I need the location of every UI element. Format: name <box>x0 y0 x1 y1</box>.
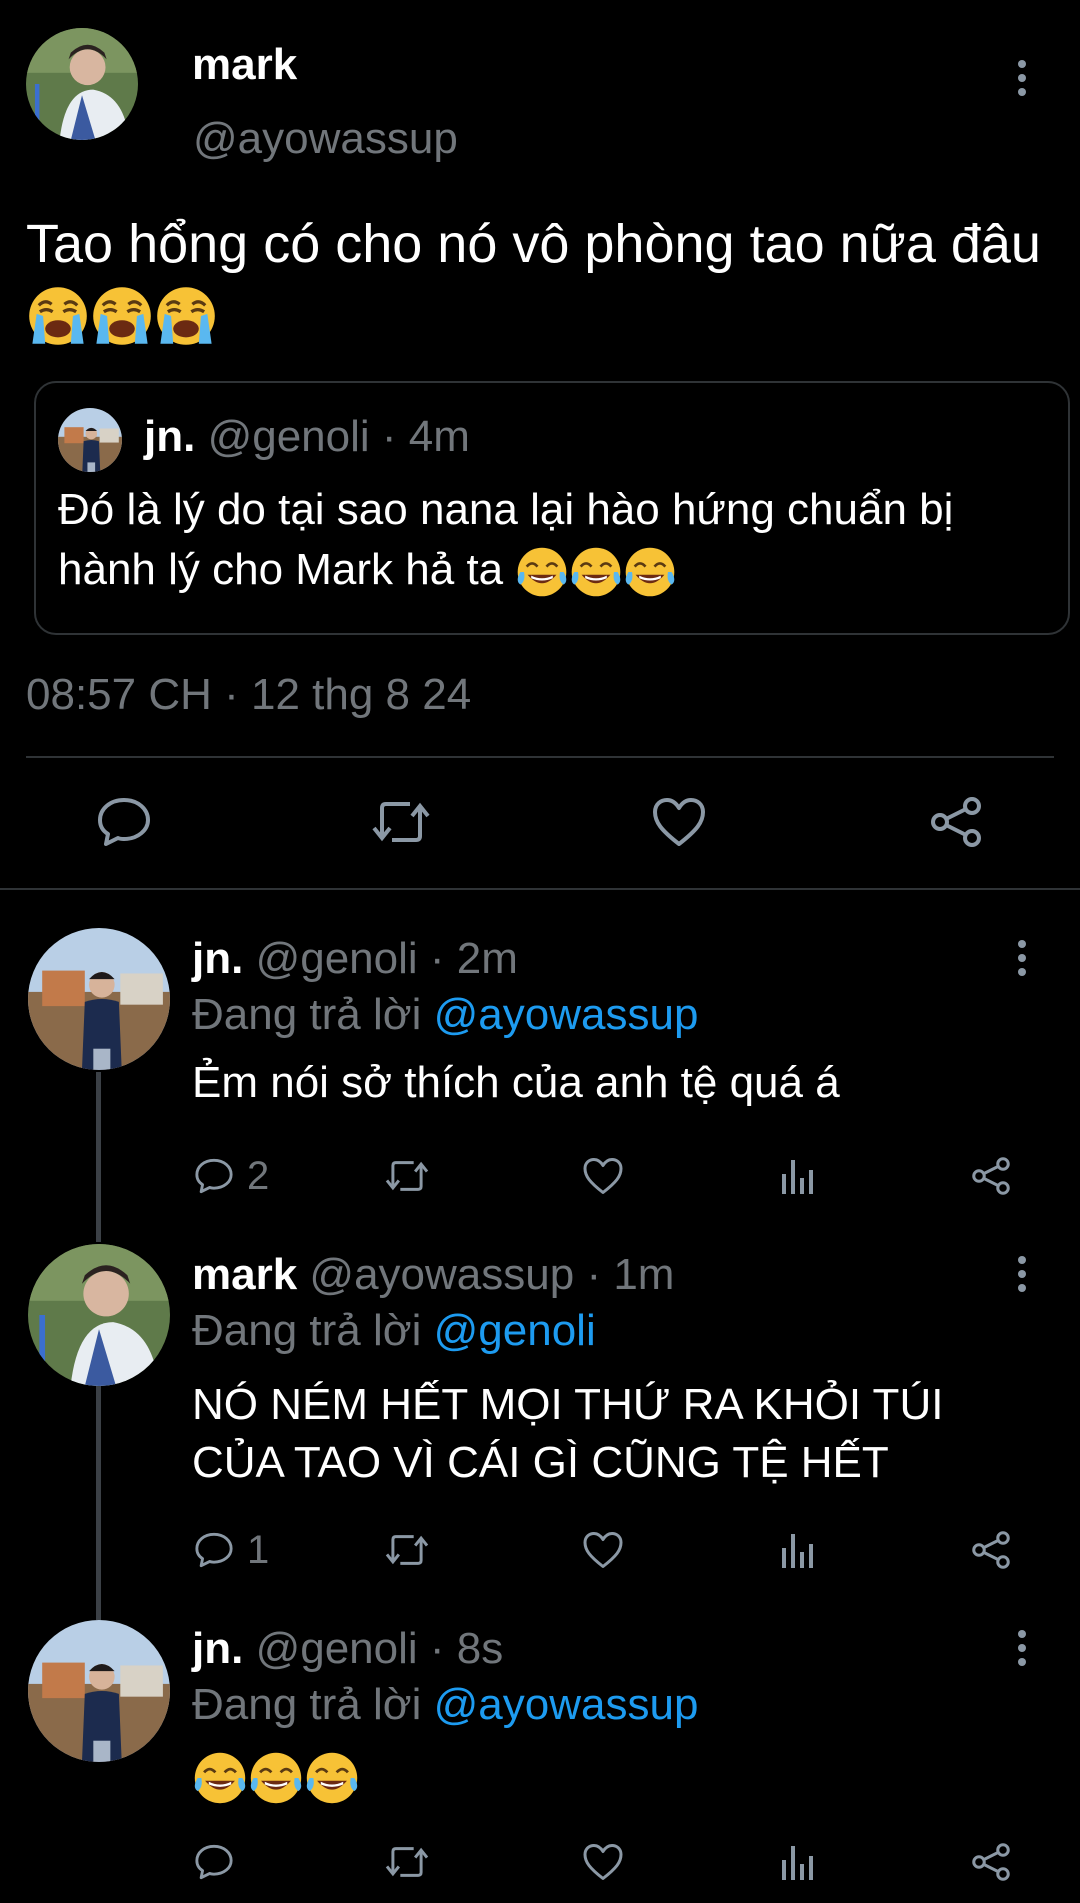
loudly-crying-face-emoji <box>26 284 90 348</box>
tweet-text: Tao hổng có cho nó vô phòng tao nữa đâu <box>26 210 1066 348</box>
reply-age: · 8s <box>429 1624 504 1673</box>
reply-text: Ẻm nói sở thích của anh tệ quá á <box>192 1058 840 1107</box>
like-icon[interactable] <box>651 796 707 848</box>
replying-to-line: Đang trả lời @ayowassup <box>192 990 699 1039</box>
reply-avatar[interactable] <box>28 1244 170 1386</box>
reply-count: 2 <box>247 1154 270 1198</box>
retweet-icon[interactable] <box>370 796 432 848</box>
reply-icon[interactable] <box>96 796 152 848</box>
reply-count: 1 <box>247 1528 270 1572</box>
share-icon[interactable] <box>970 1530 1012 1570</box>
reply-avatar[interactable] <box>28 928 170 1070</box>
reply-handle[interactable]: @genoli <box>256 934 418 983</box>
reply-avatar[interactable] <box>28 1620 170 1762</box>
reply-display-name[interactable]: jn. <box>192 1624 243 1673</box>
like-icon[interactable] <box>582 1156 624 1196</box>
retweet-icon[interactable] <box>384 1156 430 1196</box>
face-with-tears-of-joy-emoji <box>569 545 623 599</box>
reply-icon[interactable] <box>194 1530 234 1570</box>
loudly-crying-face-emoji <box>90 284 154 348</box>
tweet-timestamp[interactable]: 08:57 CH · 12 thg 8 24 <box>26 670 471 720</box>
share-icon[interactable] <box>970 1842 1012 1882</box>
share-icon[interactable] <box>928 796 984 848</box>
more-options-icon[interactable] <box>1010 56 1034 100</box>
face-with-tears-of-joy-emoji <box>623 545 677 599</box>
reply-author-line: mark @ayowassup · 1m <box>192 1250 674 1300</box>
reply-display-name[interactable]: jn. <box>192 934 243 983</box>
reply-age: · 2m <box>429 934 518 983</box>
reply-age: · 1m <box>586 1250 675 1299</box>
reply-handle[interactable]: @ayowassup <box>309 1250 574 1299</box>
like-icon[interactable] <box>582 1842 624 1882</box>
reply-emoji-text <box>192 1750 360 1806</box>
reply-icon[interactable] <box>194 1156 234 1196</box>
retweet-icon[interactable] <box>384 1842 430 1882</box>
face-with-tears-of-joy-emoji <box>515 545 569 599</box>
face-with-tears-of-joy-emoji <box>304 1750 360 1806</box>
replying-to-link[interactable]: @ayowassup <box>434 1680 699 1729</box>
replying-to-link[interactable]: @ayowassup <box>434 990 699 1039</box>
reply-text-line-2: CỦA TAO VÌ CÁI GÌ CŨNG TỆ HẾT <box>192 1438 889 1487</box>
share-icon[interactable] <box>970 1156 1012 1196</box>
author-display-name[interactable]: mark <box>192 40 297 90</box>
reply-text-line-1: NÓ NÉM HẾT MỌI THỨ RA KHỎI TÚI <box>192 1380 944 1429</box>
reply-author-line: jn. @genoli · 8s <box>192 1624 503 1674</box>
thread-line <box>96 1386 101 1620</box>
thread-line <box>96 1072 101 1242</box>
reply-icon[interactable] <box>194 1842 234 1882</box>
more-options-icon[interactable] <box>1010 1252 1034 1296</box>
quoted-text: Đó là lý do tại sao nana lại hào hứng ch… <box>58 480 1008 600</box>
quoted-age: · 4m <box>381 412 470 461</box>
analytics-icon[interactable] <box>778 1156 818 1196</box>
more-options-icon[interactable] <box>1010 1626 1034 1670</box>
author-handle[interactable]: @ayowassup <box>193 114 458 164</box>
face-with-tears-of-joy-emoji <box>248 1750 304 1806</box>
quoted-handle: @genoli <box>207 412 370 461</box>
retweet-icon[interactable] <box>384 1530 430 1570</box>
reply-handle[interactable]: @genoli <box>256 1624 418 1673</box>
analytics-icon[interactable] <box>778 1530 818 1570</box>
reply-display-name[interactable]: mark <box>192 1250 297 1299</box>
more-options-icon[interactable] <box>1010 936 1034 980</box>
quoted-display-name: jn. <box>144 412 196 461</box>
quoted-avatar <box>58 408 122 472</box>
timestamp-divider <box>26 756 1054 758</box>
face-with-tears-of-joy-emoji <box>192 1750 248 1806</box>
reply-author-line: jn. @genoli · 2m <box>192 934 518 984</box>
like-icon[interactable] <box>582 1530 624 1570</box>
quoted-author-line: jn. @genoli · 4m <box>144 412 470 462</box>
analytics-icon[interactable] <box>778 1842 818 1882</box>
loudly-crying-face-emoji <box>154 284 218 348</box>
replying-to-link[interactable]: @genoli <box>434 1306 596 1355</box>
author-avatar[interactable] <box>26 28 138 140</box>
replying-to-line: Đang trả lời @genoli <box>192 1306 596 1355</box>
replying-to-line: Đang trả lời @ayowassup <box>192 1680 699 1729</box>
section-divider <box>0 888 1080 890</box>
